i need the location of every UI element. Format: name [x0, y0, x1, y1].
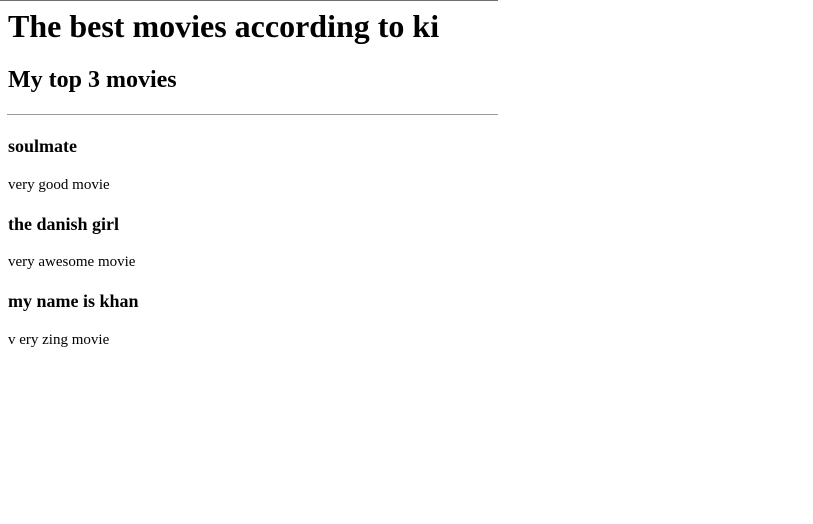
movie-description: very awesome movie [8, 254, 136, 270]
section-divider [7, 114, 498, 115]
movie-description: very good movie [8, 177, 110, 193]
movie-title: soulmate [8, 136, 77, 156]
movie-title: my name is khan [8, 291, 139, 311]
movie-title: the danish girl [8, 214, 120, 234]
page-subtitle: My top 3 movies [8, 67, 177, 93]
movie-description: v ery zing movie [8, 332, 110, 348]
page-title: The best movies according to ki [8, 8, 440, 44]
web-page: The best movies according to ki My top 3… [0, 0, 813, 524]
top-divider [0, 0, 498, 1]
